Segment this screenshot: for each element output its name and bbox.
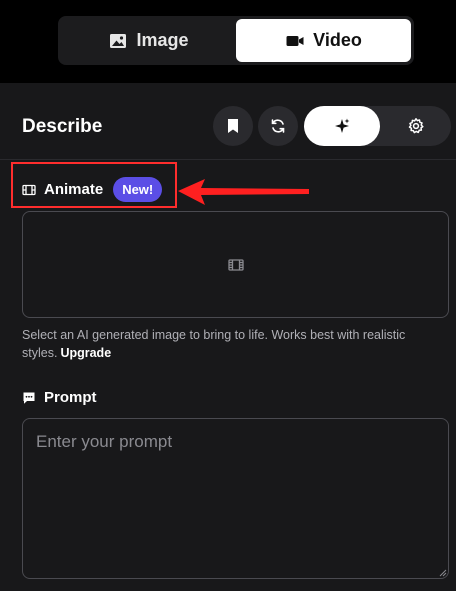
film-icon bbox=[227, 258, 244, 271]
magic-button[interactable] bbox=[304, 106, 380, 146]
annotation-arrow bbox=[178, 179, 309, 205]
prompt-label: Prompt bbox=[22, 389, 97, 406]
video-mode-label: Video bbox=[313, 30, 362, 50]
image-icon bbox=[110, 33, 127, 48]
prompt-input[interactable] bbox=[22, 418, 449, 579]
prompt-label-text: Prompt bbox=[44, 389, 97, 406]
image-mode-button[interactable]: Image bbox=[61, 19, 236, 62]
image-mode-label: Image bbox=[136, 30, 189, 50]
mode-pill-group bbox=[304, 106, 451, 146]
annotation-highlight-box bbox=[11, 162, 177, 208]
magic-sparkle-icon bbox=[335, 118, 350, 133]
settings-button[interactable] bbox=[396, 106, 436, 146]
refresh-icon bbox=[271, 119, 285, 133]
video-camera-icon bbox=[286, 35, 304, 46]
image-drop-zone[interactable] bbox=[22, 211, 449, 318]
bookmark-icon bbox=[228, 119, 238, 133]
bookmark-button[interactable] bbox=[213, 106, 253, 146]
panel-title: Describe bbox=[22, 116, 103, 137]
upgrade-link[interactable]: Upgrade bbox=[60, 346, 111, 360]
mode-switch: Image Video bbox=[58, 16, 414, 65]
video-mode-button[interactable]: Video bbox=[236, 19, 411, 62]
resize-handle-icon[interactable] bbox=[437, 567, 447, 577]
refresh-button[interactable] bbox=[258, 106, 298, 146]
describe-panel: Describe Animate New! Select an AI gener… bbox=[0, 83, 456, 591]
gear-icon bbox=[408, 118, 424, 134]
panel-header: Describe bbox=[0, 83, 456, 160]
animate-help-text: Select an AI generated image to bring to… bbox=[22, 326, 447, 362]
chat-bubble-icon bbox=[23, 392, 35, 404]
